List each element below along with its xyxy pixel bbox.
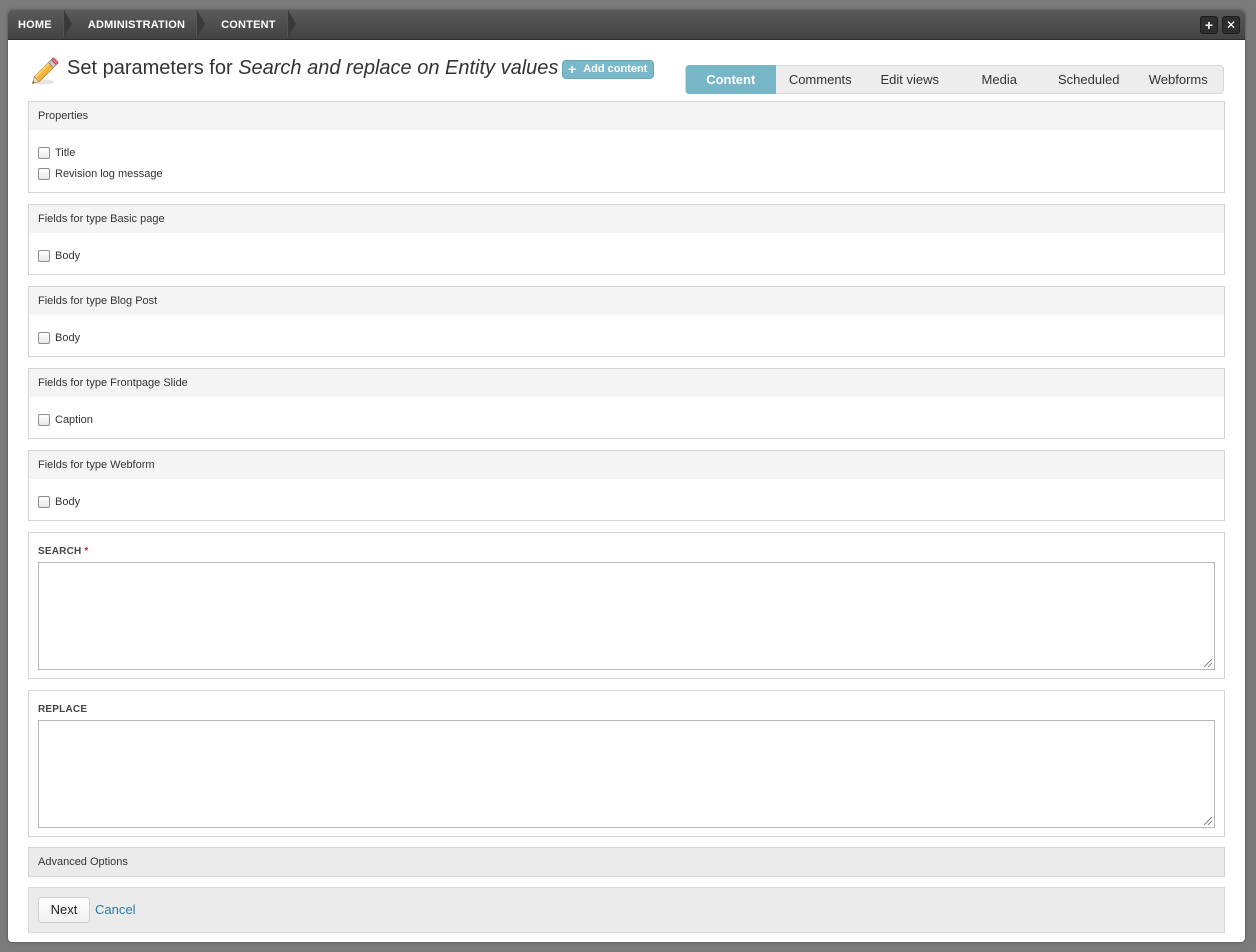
replace-fieldset: REPLACE: [28, 690, 1225, 837]
tab-comments[interactable]: Comments: [776, 66, 866, 93]
page-title-emphasis: Search and replace on Entity values: [238, 57, 559, 79]
basic-page-fieldset: Fields for type Basic page Body: [28, 204, 1225, 275]
checkbox-label: Caption: [55, 414, 93, 426]
breadcrumb-bar: HOME ADMINISTRATION CONTENT + ✕: [8, 10, 1245, 40]
basic-page-body-option[interactable]: Body: [38, 250, 80, 262]
replace-label: REPLACE: [38, 704, 88, 715]
page-title: Set parameters for Search and replace on…: [67, 57, 558, 80]
title-option[interactable]: Title: [38, 147, 75, 159]
tab-webforms[interactable]: Webforms: [1134, 66, 1224, 93]
form-actions: Next Cancel: [28, 887, 1225, 933]
checkbox-label: Body: [55, 496, 81, 508]
tab-media[interactable]: Media: [955, 66, 1045, 93]
breadcrumb-content[interactable]: CONTENT: [205, 10, 296, 39]
tab-scheduled[interactable]: Scheduled: [1044, 66, 1134, 93]
pencil-icon: [32, 57, 59, 85]
plus-icon: +: [1204, 17, 1214, 33]
blog-post-fieldset: Fields for type Blog Post Body: [28, 286, 1225, 357]
fieldset-legend: Fields for type Frontpage Slide: [29, 369, 1224, 397]
fieldset-legend: Fields for type Blog Post: [29, 287, 1224, 315]
fieldset-legend: Properties: [29, 102, 1224, 130]
overlay-window: HOME ADMINISTRATION CONTENT + ✕ Set para…: [8, 10, 1245, 942]
checkbox-label: Title: [55, 147, 76, 159]
advanced-options-toggle[interactable]: Advanced Options: [28, 847, 1225, 877]
add-content-button[interactable]: + Add content: [562, 60, 655, 79]
checkbox-label: Revision log message: [55, 168, 163, 180]
revision-log-option[interactable]: Revision log message: [38, 168, 163, 180]
webform-body-option[interactable]: Body: [38, 496, 80, 508]
webform-fieldset: Fields for type Webform Body: [28, 450, 1225, 521]
plus-icon: +: [568, 61, 577, 77]
close-button[interactable]: ✕: [1222, 16, 1240, 34]
add-shortcut-button[interactable]: +: [1200, 16, 1218, 34]
checkbox-label: Body: [55, 332, 81, 344]
search-fieldset: SEARCH *: [28, 532, 1225, 679]
cancel-link[interactable]: Cancel: [95, 902, 135, 917]
tab-edit-views[interactable]: Edit views: [865, 66, 955, 93]
resize-grip-icon[interactable]: [1204, 659, 1212, 667]
replace-textarea[interactable]: [38, 720, 1215, 828]
checkbox-label: Body: [55, 250, 81, 262]
search-textarea[interactable]: [38, 562, 1215, 670]
window-controls: + ✕: [1200, 16, 1240, 34]
add-content-label: Add content: [583, 63, 648, 75]
fieldset-legend: Fields for type Basic page: [29, 205, 1224, 233]
breadcrumb-home[interactable]: HOME: [8, 10, 72, 39]
title-checkbox[interactable]: [38, 147, 50, 159]
blog-post-body-option[interactable]: Body: [38, 332, 80, 344]
breadcrumb-administration[interactable]: ADMINISTRATION: [72, 10, 206, 39]
tab-content[interactable]: Content: [686, 65, 776, 94]
close-icon: ✕: [1225, 18, 1237, 32]
breadcrumb: HOME ADMINISTRATION CONTENT: [8, 10, 296, 39]
blog-post-body-checkbox[interactable]: [38, 332, 50, 344]
page-title-prefix: Set parameters for: [67, 57, 239, 79]
required-marker: *: [84, 546, 89, 557]
search-label: SEARCH *: [38, 546, 89, 557]
revision-log-checkbox[interactable]: [38, 168, 50, 180]
caption-option[interactable]: Caption: [38, 414, 93, 426]
webform-body-checkbox[interactable]: [38, 496, 50, 508]
properties-fieldset: Properties Title Revision log message: [28, 101, 1225, 193]
secondary-tabs: Content Comments Edit views Media Schedu…: [685, 65, 1224, 94]
resize-grip-icon[interactable]: [1204, 817, 1212, 825]
caption-checkbox[interactable]: [38, 414, 50, 426]
frontpage-slide-fieldset: Fields for type Frontpage Slide Caption: [28, 368, 1225, 439]
next-button[interactable]: Next: [38, 897, 90, 923]
basic-page-body-checkbox[interactable]: [38, 250, 50, 262]
page-header: Set parameters for Search and replace on…: [8, 40, 1245, 98]
fieldset-legend: Fields for type Webform: [29, 451, 1224, 479]
